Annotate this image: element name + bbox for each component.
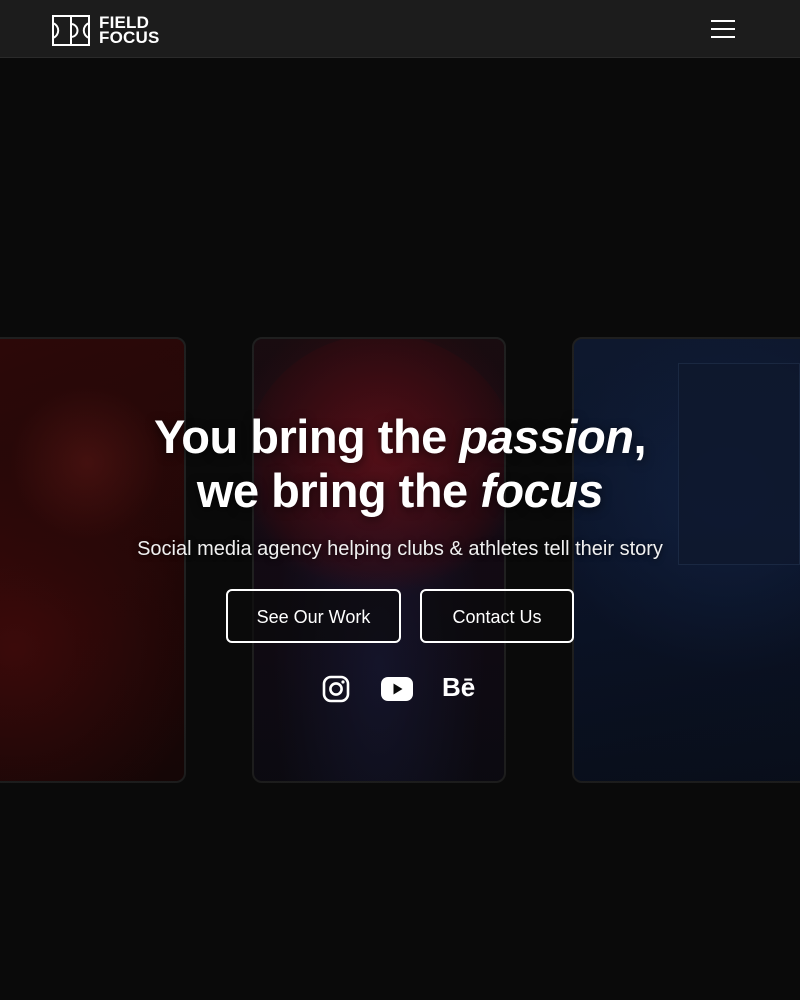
top-navbar: FIELD FOCUS (0, 0, 800, 58)
instagram-icon[interactable] (322, 675, 350, 703)
brand-logo[interactable]: FIELD FOCUS (52, 14, 160, 46)
hamburger-menu-icon-line (711, 28, 735, 30)
brand-wordmark: FIELD FOCUS (99, 14, 160, 47)
hero-section (0, 59, 800, 1000)
headline-line2: we bring the focus (196, 464, 604, 517)
hero-subtitle: Social media agency helping clubs & athl… (137, 538, 663, 560)
hamburger-menu-button[interactable] (708, 17, 738, 41)
headline-line1: You bring the passion, (153, 410, 647, 463)
contact-us-button[interactable]: Contact Us (420, 589, 574, 643)
see-our-work-button[interactable]: See Our Work (226, 589, 401, 643)
headline-emphasis-focus: focus (480, 464, 604, 517)
field-goal-logo-icon (52, 14, 90, 46)
hamburger-menu-icon (711, 20, 735, 22)
hero-headline: You bring the passion, we bring the focu… (0, 410, 800, 518)
headline-emphasis-passion: passion (459, 410, 634, 463)
brand-name-line2: FOCUS (99, 28, 160, 47)
behance-icon[interactable]: Bē (442, 672, 480, 702)
hamburger-menu-icon-line (711, 36, 735, 38)
hero-dark-overlay (0, 59, 800, 1000)
youtube-icon[interactable] (380, 676, 414, 702)
